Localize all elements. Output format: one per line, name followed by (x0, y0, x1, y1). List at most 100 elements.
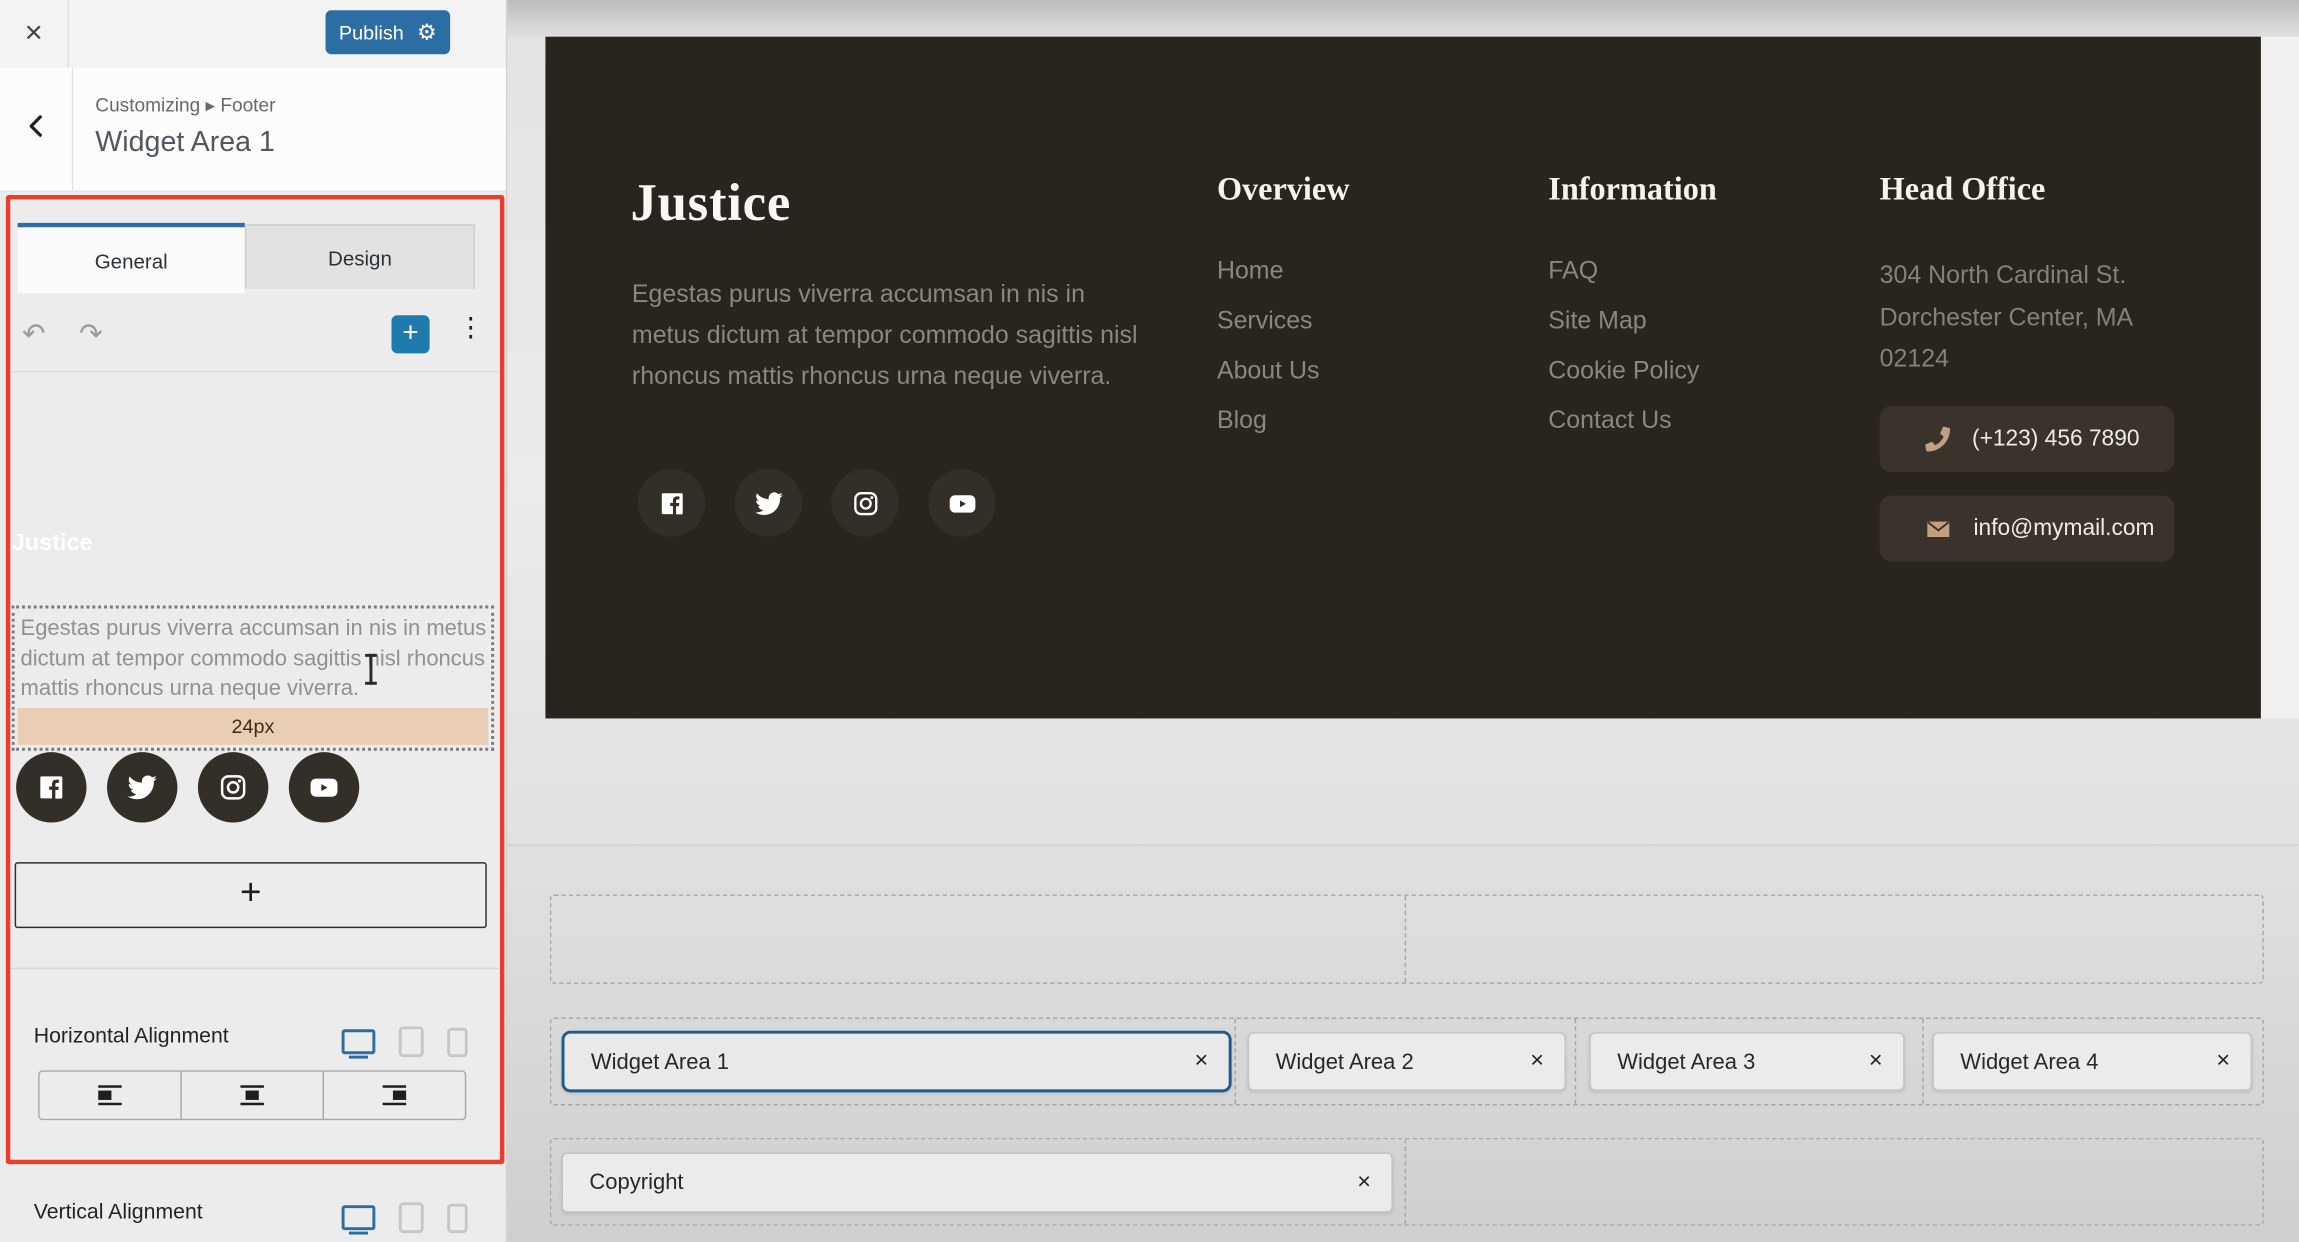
panel-brand-text[interactable]: Justice (12, 531, 93, 557)
widget-area-3-pill[interactable]: Widget Area 3 × (1589, 1032, 1904, 1091)
address-line: 304 North Cardinal St. (1880, 255, 2134, 297)
tab-general[interactable]: General (18, 223, 245, 293)
section-divider (7, 968, 498, 969)
widget-area-1-pill[interactable]: Widget Area 1 × (562, 1031, 1232, 1093)
footer-preview[interactable]: Justice Egestas purus viverra accumsan i… (545, 37, 2260, 719)
page-title: Widget Area 1 (95, 126, 275, 160)
facebook-icon[interactable] (16, 752, 86, 822)
align-center-button[interactable] (180, 1072, 322, 1119)
footer-brand[interactable]: Justice (630, 172, 791, 234)
panel-social-row (16, 752, 359, 822)
widget-area-4-pill[interactable]: Widget Area 4 × (1932, 1032, 2252, 1091)
customizer-screen: Justice Egestas purus viverra accumsan i… (0, 0, 2299, 1242)
text-cursor (364, 654, 379, 685)
footer-link[interactable]: Services (1217, 305, 1350, 337)
phone-number: (+123) 456 7890 (1972, 426, 2139, 452)
close-icon[interactable]: × (1869, 1050, 1883, 1073)
redo-icon[interactable]: ↷ (79, 321, 102, 349)
address-line: 02124 (1880, 339, 2134, 381)
footer-link[interactable]: FAQ (1548, 255, 1716, 287)
tablet-icon[interactable] (399, 1026, 424, 1057)
back-button[interactable] (0, 67, 73, 190)
widget-area-2-pill[interactable]: Widget Area 2 × (1248, 1032, 1566, 1091)
undo-icon[interactable]: ↶ (22, 321, 45, 349)
paragraph-text[interactable]: Egestas purus viverra accumsan in nis in… (15, 608, 492, 707)
mobile-icon[interactable] (447, 1027, 468, 1056)
align-right-icon (378, 1084, 410, 1107)
copyright-pill[interactable]: Copyright × (562, 1152, 1393, 1212)
tablet-icon[interactable] (399, 1202, 424, 1233)
desktop-icon[interactable] (342, 1029, 376, 1054)
facebook-icon[interactable] (638, 469, 705, 536)
pill-label: Copyright (589, 1170, 683, 1195)
phone-icon (1925, 427, 1950, 452)
horizontal-alignment-group (38, 1070, 466, 1120)
col-title: Head Office (1880, 170, 2134, 208)
close-customizer-button[interactable]: × (0, 0, 69, 67)
footer-col-information: Information FAQ Site Map Cookie Policy C… (1548, 170, 1716, 454)
pill-label: Widget Area 3 (1617, 1049, 1755, 1074)
mobile-icon[interactable] (447, 1203, 468, 1232)
spacer-block[interactable]: 24px (18, 707, 489, 744)
twitter-icon[interactable] (735, 469, 802, 536)
gear-icon[interactable]: ⚙ (417, 19, 437, 45)
options-menu-icon[interactable]: ⋮ (457, 312, 483, 343)
publish-label: Publish (339, 21, 404, 43)
preview-section-divider (506, 845, 2299, 846)
instagram-icon[interactable] (198, 752, 268, 822)
align-left-button[interactable] (40, 1072, 181, 1119)
footer-link[interactable]: Site Map (1548, 305, 1716, 337)
email-address: info@mymail.com (1974, 515, 2155, 541)
footer-social-row (638, 469, 996, 536)
footer-link[interactable]: About Us (1217, 355, 1350, 387)
footer-link[interactable]: Cookie Policy (1548, 355, 1716, 387)
address-line: Dorchester Center, MA (1880, 297, 2134, 339)
instagram-icon[interactable] (831, 469, 898, 536)
col-title: Overview (1217, 170, 1350, 208)
footer-link[interactable]: Contact Us (1548, 405, 1716, 437)
twitter-icon[interactable] (107, 752, 177, 822)
paragraph-block[interactable]: Egestas purus viverra accumsan in nis in… (12, 606, 494, 750)
responsive-toggle-vertical (342, 1202, 468, 1233)
spacer-height-label: 24px (231, 715, 274, 737)
desktop-icon[interactable] (342, 1205, 376, 1230)
row-cell-divider (1405, 896, 1406, 983)
responsive-toggle-horizontal (342, 1026, 468, 1057)
align-right-button[interactable] (323, 1072, 465, 1119)
vertical-alignment-label: Vertical Alignment (34, 1201, 203, 1224)
close-icon[interactable]: × (2216, 1050, 2230, 1073)
col-title: Information (1548, 170, 1716, 208)
publish-button[interactable]: Publish ⚙ (325, 10, 450, 54)
close-icon[interactable]: × (1194, 1050, 1208, 1073)
youtube-icon[interactable] (289, 752, 359, 822)
align-left-icon (94, 1084, 126, 1107)
block-appender-button[interactable]: + (15, 862, 487, 928)
close-icon[interactable]: × (1530, 1050, 1544, 1073)
row-cell-divider (1922, 1019, 1923, 1104)
close-icon[interactable]: × (1357, 1171, 1371, 1194)
toolbar-divider (7, 371, 498, 372)
row-cell-divider (1235, 1019, 1236, 1104)
footer-col-head-office: Head Office 304 North Cardinal St. Dorch… (1880, 170, 2134, 380)
email-button[interactable]: info@mymail.com (1880, 496, 2175, 562)
row-cell-divider (1575, 1019, 1576, 1104)
chevron-left-icon (21, 111, 50, 148)
row-cell-divider (1405, 1139, 1406, 1224)
pill-label: Widget Area 2 (1276, 1049, 1414, 1074)
pill-label: Widget Area 4 (1960, 1049, 2098, 1074)
phone-button[interactable]: (+123) 456 7890 (1880, 406, 2175, 472)
page-margin-strip (2261, 37, 2299, 719)
footer-link[interactable]: Home (1217, 255, 1350, 287)
email-icon (1925, 515, 1951, 541)
pill-label: Widget Area 1 (591, 1049, 729, 1074)
footer-col-overview: Overview Home Services About Us Blog (1217, 170, 1350, 454)
align-center-icon (236, 1084, 268, 1107)
add-block-button[interactable]: + (391, 315, 429, 353)
tab-design[interactable]: Design (245, 224, 475, 289)
breadcrumb: Customizing ▸ Footer (95, 94, 275, 117)
footer-description[interactable]: Egestas purus viverra accumsan in nis in… (632, 274, 1139, 397)
footer-link[interactable]: Blog (1217, 405, 1350, 437)
youtube-icon[interactable] (928, 469, 995, 536)
horizontal-alignment-label: Horizontal Alignment (34, 1025, 229, 1048)
empty-widget-row[interactable] (550, 894, 2264, 983)
